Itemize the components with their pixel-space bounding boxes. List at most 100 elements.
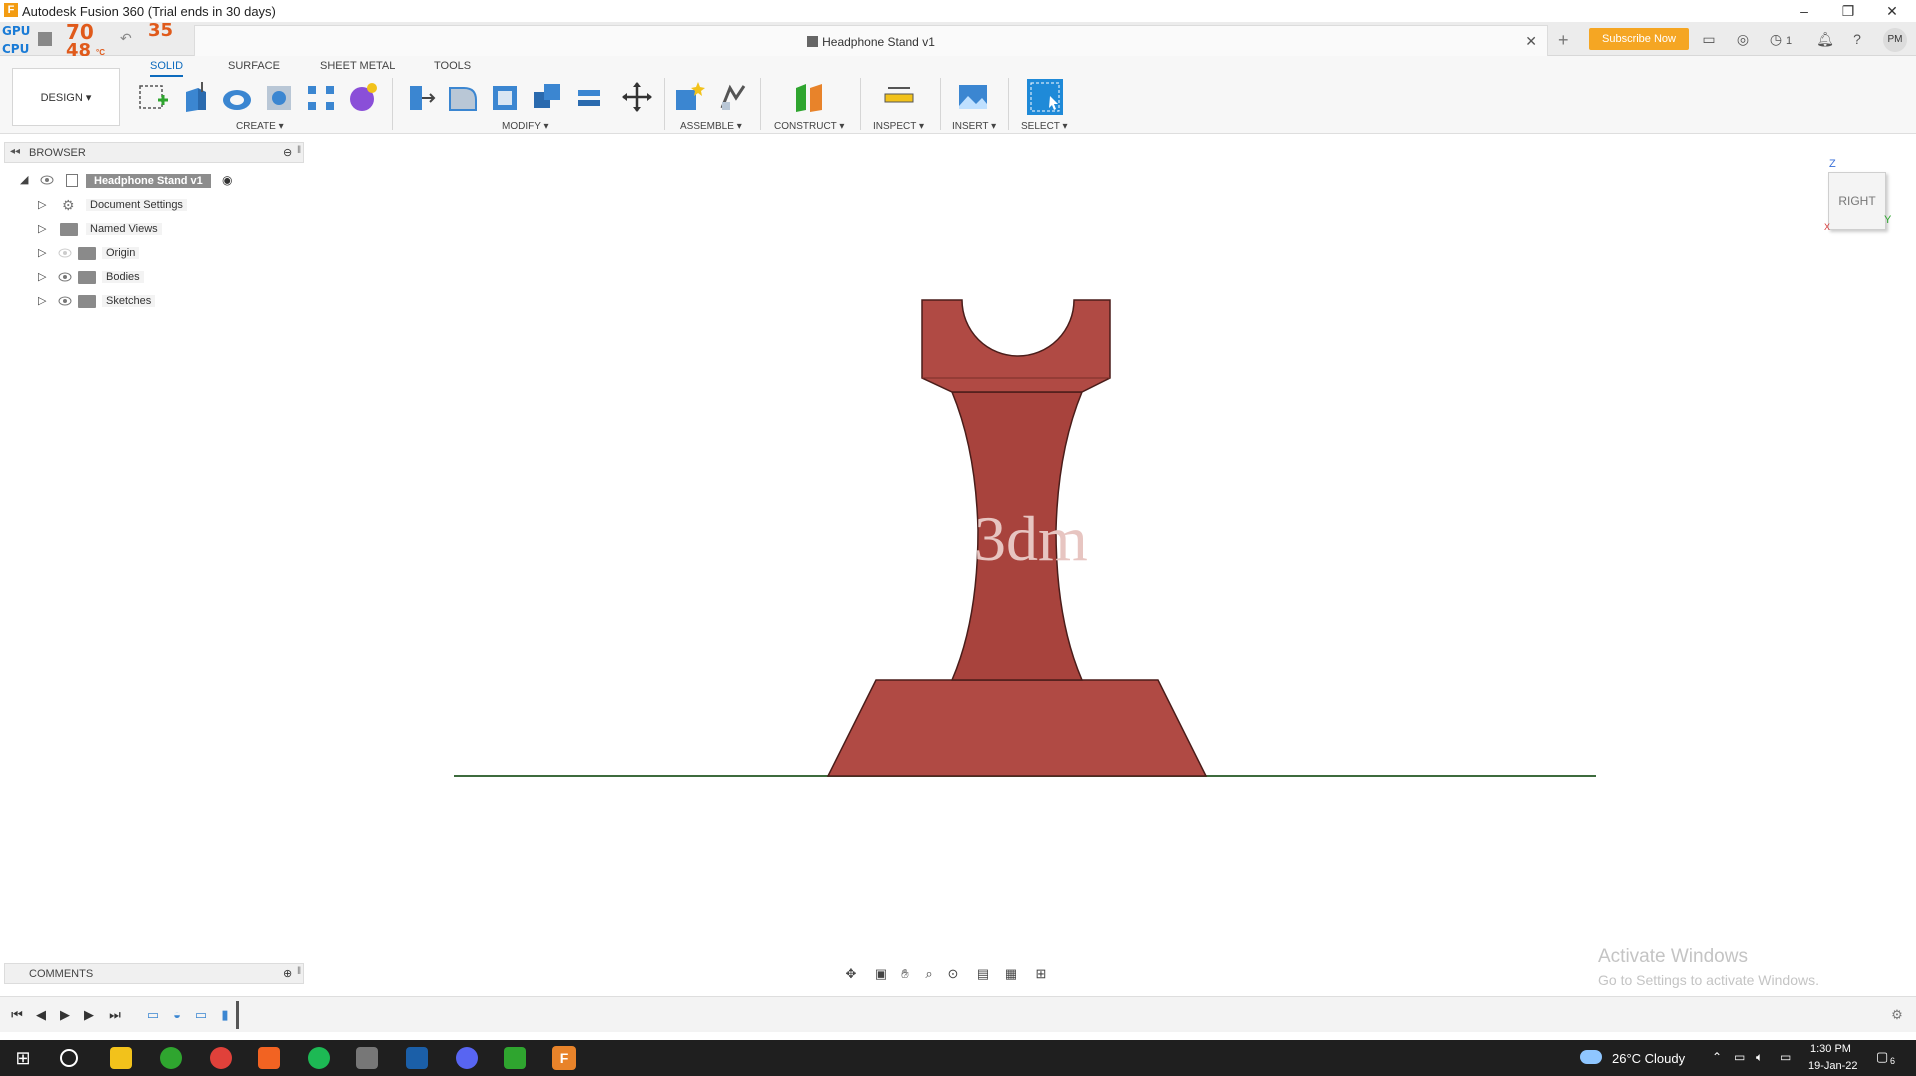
new-component-icon[interactable]	[672, 80, 706, 114]
undo-icon[interactable]: ↶	[120, 30, 132, 47]
minimize-button[interactable]: –	[1782, 0, 1826, 22]
expand-triangle-icon[interactable]: ▷	[38, 246, 54, 259]
joint-icon[interactable]	[716, 80, 750, 114]
brave-icon[interactable]	[258, 1047, 280, 1069]
discord-icon[interactable]	[456, 1047, 478, 1069]
shell-icon[interactable]	[488, 80, 522, 114]
extrude-icon[interactable]	[178, 80, 212, 114]
grid-settings-icon[interactable]: ▦	[1002, 965, 1020, 983]
inspect-menu[interactable]: INSPECT ▾	[873, 121, 924, 132]
browser-pin-icon[interactable]: ‖	[297, 145, 301, 156]
create-form-icon[interactable]	[346, 80, 380, 114]
browser-item-named-views[interactable]: ▷ Named Views	[38, 220, 238, 240]
model-viewport[interactable]: 3dm	[440, 290, 1620, 790]
action-center-icon[interactable]: ▢	[1876, 1049, 1888, 1065]
pan-icon[interactable]: ✋︎	[896, 965, 914, 983]
hole-icon[interactable]	[262, 80, 296, 114]
add-comment-icon[interactable]: ⊕	[283, 967, 292, 980]
fit-icon[interactable]: ⊙	[944, 965, 962, 983]
viewcube[interactable]: RIGHT	[1828, 172, 1886, 230]
timeline-settings-gear-icon[interactable]: ⚙	[1888, 1006, 1906, 1024]
weather-text[interactable]: 26°C Cloudy	[1612, 1051, 1685, 1066]
help-icon[interactable]: ?	[1848, 30, 1866, 48]
move-copy-icon[interactable]	[620, 80, 654, 114]
steam-icon[interactable]	[406, 1047, 428, 1069]
timeline-sketch-feature-icon[interactable]: ▭	[192, 1006, 210, 1024]
visibility-eye-icon[interactable]	[58, 271, 72, 283]
restore-button[interactable]: ❐	[1826, 0, 1870, 22]
hidden-eye-icon[interactable]	[58, 247, 72, 259]
look-at-icon[interactable]: ▣	[872, 965, 890, 983]
tab-tools[interactable]: TOOLS	[434, 60, 471, 72]
timeline-marker[interactable]	[236, 1001, 239, 1029]
clock-time[interactable]: 1:30 PM	[1810, 1043, 1851, 1055]
expand-triangle-icon[interactable]: ▷	[38, 294, 54, 307]
modify-menu[interactable]: MODIFY ▾	[502, 121, 549, 132]
windows-start-icon[interactable]: ⊞	[12, 1047, 34, 1069]
tab-sheet-metal[interactable]: SHEET METAL	[320, 60, 395, 72]
revolve-icon[interactable]	[220, 80, 254, 114]
go-to-start-icon[interactable]: ⏮	[8, 1006, 26, 1024]
fillet-icon[interactable]	[446, 80, 480, 114]
select-icon[interactable]	[1026, 78, 1064, 116]
user-avatar[interactable]: PM	[1883, 28, 1907, 52]
close-tab-icon[interactable]: ✕	[1525, 33, 1537, 50]
xbox-icon[interactable]	[160, 1047, 182, 1069]
assemble-menu[interactable]: ASSEMBLE ▾	[680, 121, 742, 132]
create-sketch-icon[interactable]	[136, 80, 170, 114]
orbit-icon[interactable]: ✥	[842, 965, 860, 983]
file-explorer-icon[interactable]	[110, 1047, 132, 1069]
chrome-icon[interactable]	[210, 1047, 232, 1069]
expand-triangle-icon[interactable]: ▷	[38, 270, 54, 283]
extensions-icon[interactable]: ◎	[1734, 30, 1752, 48]
fusion-taskbar-icon[interactable]: F	[552, 1046, 576, 1070]
browser-item-document-settings[interactable]: ▷ ⚙ Document Settings	[38, 196, 238, 216]
tray-chevron-icon[interactable]: ⌃	[1712, 1050, 1722, 1064]
rectangular-pattern-icon[interactable]	[304, 80, 338, 114]
close-window-button[interactable]: ✕	[1870, 0, 1914, 22]
browser-item-sketches[interactable]: ▷ Sketches	[38, 292, 238, 312]
display-settings-icon[interactable]: ▤	[974, 965, 992, 983]
clock-date[interactable]: 19-Jan-22	[1808, 1060, 1858, 1072]
play-icon[interactable]: ▶	[56, 1006, 74, 1024]
app-icon[interactable]	[356, 1047, 378, 1069]
go-to-end-icon[interactable]: ⏭	[106, 1006, 124, 1024]
insert-menu[interactable]: INSERT ▾	[952, 121, 996, 132]
subscribe-button[interactable]: Subscribe Now	[1589, 28, 1689, 50]
notifications-icon[interactable]: 🔔︎	[1816, 30, 1834, 48]
viewports-icon[interactable]: ⊞	[1032, 965, 1050, 983]
tray-display-icon[interactable]: ▭	[1780, 1050, 1791, 1064]
job-status-icon[interactable]: ◷ 1	[1766, 30, 1796, 48]
document-tab[interactable]: Headphone Stand v1 ✕	[194, 25, 1548, 56]
comments-pin-icon[interactable]: ‖	[297, 966, 301, 977]
expanded-triangle-icon[interactable]: ◢	[20, 173, 36, 186]
browser-item-bodies[interactable]: ▷ Bodies	[38, 268, 238, 288]
search-icon[interactable]	[60, 1049, 78, 1067]
step-forward-icon[interactable]: ▶	[80, 1006, 98, 1024]
activate-component-icon[interactable]: ◉	[222, 173, 232, 187]
expand-triangle-icon[interactable]: ▷	[38, 222, 54, 235]
visibility-eye-icon[interactable]	[58, 295, 72, 307]
construct-menu[interactable]: CONSTRUCT ▾	[774, 121, 844, 132]
green-app-icon[interactable]	[504, 1047, 526, 1069]
browser-root-node[interactable]: ◢ Headphone Stand v1 ◉	[20, 171, 250, 191]
visibility-eye-icon[interactable]	[40, 174, 54, 186]
spotify-icon[interactable]	[308, 1047, 330, 1069]
select-menu[interactable]: SELECT ▾	[1021, 121, 1068, 132]
weather-cloud-icon[interactable]	[1580, 1050, 1602, 1064]
tab-surface[interactable]: SURFACE	[228, 60, 280, 72]
collapse-panel-icon[interactable]: ◂◂	[10, 146, 20, 157]
offset-plane-icon[interactable]	[792, 80, 826, 114]
expand-triangle-icon[interactable]: ▷	[38, 198, 54, 211]
timeline-revolve-feature-icon[interactable]: ◒	[168, 1006, 186, 1024]
offset-face-icon[interactable]	[572, 80, 606, 114]
tab-solid[interactable]: SOLID	[150, 60, 184, 77]
browser-options-icon[interactable]: ⊖	[283, 146, 292, 159]
comments-panel[interactable]: COMMENTS ⊕ ‖	[4, 963, 304, 984]
measure-icon[interactable]	[882, 80, 916, 114]
combine-icon[interactable]	[530, 80, 564, 114]
workspace-switcher[interactable]: DESIGN ▾	[12, 68, 120, 126]
step-back-icon[interactable]: ◀	[32, 1006, 50, 1024]
new-tab-icon[interactable]: +	[1558, 30, 1569, 51]
timeline-sketch-feature-icon[interactable]: ▭	[144, 1006, 162, 1024]
